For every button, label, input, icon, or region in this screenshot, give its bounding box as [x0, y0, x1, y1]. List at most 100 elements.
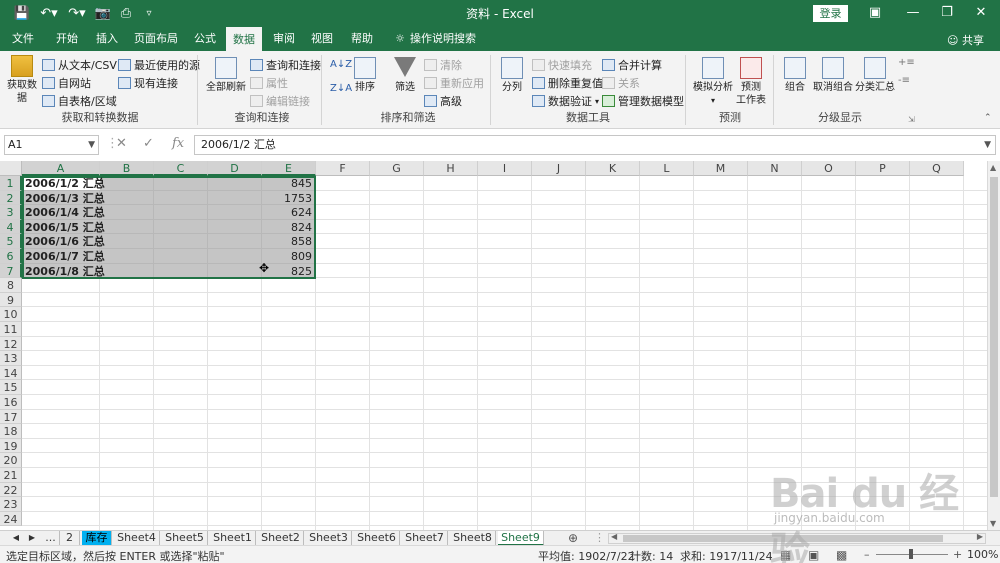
recent-sources-button[interactable]: 最近使用的源	[118, 57, 200, 73]
row-header-20[interactable]: 20	[0, 453, 22, 468]
row-header-23[interactable]: 23	[0, 497, 22, 512]
select-all-corner[interactable]	[0, 161, 22, 176]
from-text-button[interactable]: 从文本/CSV	[42, 57, 117, 73]
restore-icon[interactable]: ❐	[932, 2, 962, 24]
column-header-c[interactable]: C	[154, 161, 208, 176]
sheet-tab-0[interactable]: 2	[60, 531, 80, 546]
sort-button[interactable]: 排序	[352, 57, 378, 94]
row-header-3[interactable]: 3	[0, 205, 22, 220]
tab-page-layout[interactable]: 页面布局	[130, 27, 182, 51]
from-table-button[interactable]: 自表格/区域	[42, 93, 117, 109]
page-break-view-icon[interactable]: ▩	[836, 548, 847, 562]
row-header-22[interactable]: 22	[0, 482, 22, 498]
cell-e7[interactable]: 825	[262, 265, 316, 279]
cell-a7[interactable]: 2006/1/8 汇总	[22, 265, 105, 279]
sheet-tab-8[interactable]: Sheet7	[402, 531, 448, 546]
row-header-1[interactable]: 1	[0, 176, 22, 191]
cell-e3[interactable]: 624	[262, 206, 316, 220]
column-header-e[interactable]: E	[262, 161, 316, 176]
cell-e5[interactable]: 858	[262, 235, 316, 249]
get-data-button[interactable]: 获取数据	[4, 55, 40, 105]
row-header-21[interactable]: 21	[0, 468, 22, 483]
enter-icon[interactable]: ✓	[143, 136, 154, 151]
minimize-icon[interactable]: —	[898, 2, 928, 24]
normal-view-icon[interactable]: ▦	[780, 548, 791, 562]
lightbulb-icon[interactable]: ☼	[392, 27, 408, 51]
dialog-launcher-icon[interactable]: ⇲	[908, 115, 915, 124]
row-header-12[interactable]: 12	[0, 336, 22, 352]
sheet-tab-4[interactable]: Sheet1	[210, 531, 256, 546]
row-header-19[interactable]: 19	[0, 438, 22, 454]
row-header-9[interactable]: 9	[0, 292, 22, 308]
properties-button[interactable]: 属性	[250, 75, 288, 91]
row-header-16[interactable]: 16	[0, 395, 22, 410]
save-icon[interactable]: 💾	[14, 4, 30, 22]
row-header-18[interactable]: 18	[0, 424, 22, 439]
row-header-4[interactable]: 4	[0, 219, 22, 235]
cell-e6[interactable]: 809	[262, 250, 316, 264]
add-sheet-icon[interactable]: ⊕	[566, 531, 580, 546]
column-header-m[interactable]: M	[694, 161, 748, 176]
page-layout-view-icon[interactable]: ▣	[808, 548, 819, 562]
scroll-up-icon[interactable]: ▲	[990, 163, 996, 172]
row-header-14[interactable]: 14	[0, 365, 22, 381]
cell-e2[interactable]: 1753	[262, 192, 316, 206]
cell-a3[interactable]: 2006/1/4 汇总	[22, 206, 105, 220]
row-header-15[interactable]: 15	[0, 380, 22, 395]
zoom-out-icon[interactable]: –	[864, 548, 870, 561]
tab-view[interactable]: 视图	[304, 27, 340, 51]
sheet-tab-3[interactable]: Sheet5	[162, 531, 208, 546]
subtotal-button[interactable]: 分类汇总	[854, 57, 896, 94]
remove-duplicates-button[interactable]: 删除重复值	[532, 75, 603, 91]
hide-detail-icon[interactable]: -≡	[898, 75, 910, 86]
collapse-ribbon-icon[interactable]: ⌃	[984, 113, 992, 123]
tab-help[interactable]: 帮助	[344, 27, 380, 51]
redo-icon[interactable]: ↷▾	[66, 4, 88, 22]
sheet-tab-10[interactable]: Sheet9	[498, 531, 544, 546]
column-header-k[interactable]: K	[586, 161, 640, 176]
cell-a6[interactable]: 2006/1/7 汇总	[22, 250, 105, 264]
horizontal-scroll-thumb[interactable]	[623, 535, 943, 542]
scroll-left-icon[interactable]: ◀	[611, 532, 617, 541]
sort-az-icon[interactable]: A↓Z	[330, 59, 352, 70]
forecast-sheet-button[interactable]: 预测 工作表	[736, 57, 766, 107]
row-header-13[interactable]: 13	[0, 351, 22, 366]
text-to-columns-button[interactable]: 分列	[498, 57, 526, 94]
row-header-2[interactable]: 2	[0, 190, 22, 206]
cell-e4[interactable]: 824	[262, 221, 316, 235]
tab-file[interactable]: 文件	[4, 27, 42, 51]
existing-connections-button[interactable]: 现有连接	[118, 75, 178, 91]
what-if-button[interactable]: 模拟分析 ▾	[690, 57, 736, 107]
vertical-scroll-thumb[interactable]	[990, 177, 998, 497]
row-header-24[interactable]: 24	[0, 511, 22, 527]
tab-insert[interactable]: 插入	[88, 27, 126, 51]
zoom-slider-thumb[interactable]	[909, 549, 913, 559]
column-header-p[interactable]: P	[856, 161, 910, 176]
relationships-button[interactable]: 关系	[602, 75, 640, 91]
column-header-o[interactable]: O	[802, 161, 856, 176]
worksheet-grid[interactable]: ABCDEFGHIJKLMNOPQ 1 2 3 4 5 6 7 8 9 10 11 12 13 14 15 1…	[0, 161, 987, 530]
reapply-button[interactable]: 重新应用	[424, 75, 484, 91]
cell-a5[interactable]: 2006/1/6 汇总	[22, 235, 105, 249]
column-header-b[interactable]: B	[100, 161, 154, 176]
row-header-5[interactable]: 5	[0, 234, 22, 249]
sheet-tab-5[interactable]: Sheet2	[258, 531, 304, 546]
cell-a1[interactable]: 2006/1/2 汇总	[22, 177, 105, 191]
expand-formula-icon[interactable]: ▼	[984, 136, 991, 154]
column-header-h[interactable]: H	[424, 161, 478, 176]
insert-function-icon[interactable]: fx	[172, 136, 184, 151]
group-button[interactable]: 组合	[780, 57, 810, 94]
column-header-f[interactable]: F	[316, 161, 370, 176]
from-web-button[interactable]: 自网站	[42, 75, 91, 91]
column-header-g[interactable]: G	[370, 161, 424, 176]
ungroup-button[interactable]: 取消组合	[812, 57, 854, 94]
row-header-7[interactable]: 7	[0, 263, 22, 279]
column-header-d[interactable]: D	[208, 161, 262, 176]
ribbon-display-icon[interactable]: ▣	[860, 2, 890, 24]
edit-links-button[interactable]: 编辑链接	[250, 93, 310, 109]
show-detail-icon[interactable]: +≡	[898, 57, 915, 68]
share-button[interactable]: ☺ 共享	[947, 32, 984, 48]
row-header-17[interactable]: 17	[0, 409, 22, 425]
consolidate-button[interactable]: 合并计算	[602, 57, 662, 73]
zoom-in-icon[interactable]: +	[953, 548, 962, 561]
